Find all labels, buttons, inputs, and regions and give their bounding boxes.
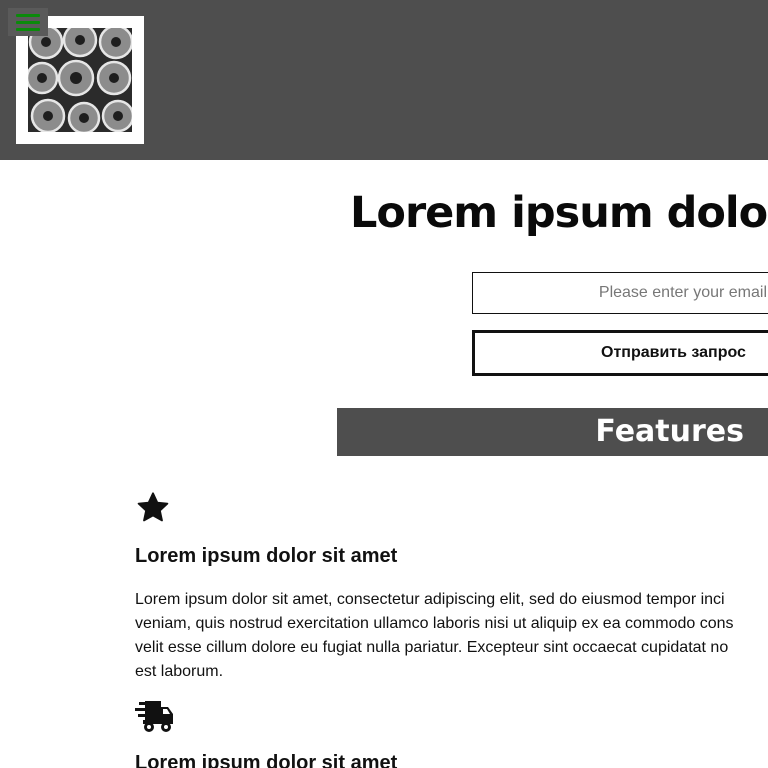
feature-body-line: velit esse cillum dolore eu fugiat nulla… <box>135 639 729 656</box>
menu-button[interactable] <box>8 8 48 36</box>
star-icon <box>137 492 169 522</box>
page: Lorem ipsum dolo Отправить запрос Featur… <box>0 0 768 768</box>
hamburger-menu-icon <box>16 14 40 17</box>
delivery-truck-icon <box>135 701 173 732</box>
feature-heading: Lorem ipsum dolor sit amet <box>135 752 398 768</box>
feature-body-line: Lorem ipsum dolor sit amet, consectetur … <box>135 591 725 608</box>
feature-body-line: est laborum. <box>135 663 224 680</box>
pomegranate-image <box>28 28 132 132</box>
logo-image <box>28 28 132 132</box>
feature-body: Lorem ipsum dolor sit amet, consectetur … <box>135 588 768 684</box>
feature-heading: Lorem ipsum dolor sit amet <box>135 545 398 567</box>
feature-item: Lorem ipsum dolor sit amet Lorem ipsum d… <box>135 0 768 768</box>
feature-body-line: veniam, quis nostrud exercitation ullamc… <box>135 615 734 632</box>
